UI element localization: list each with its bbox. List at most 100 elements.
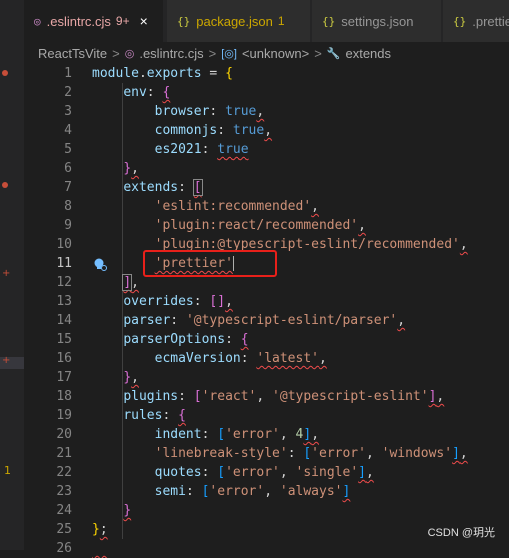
code-line: env: { — [92, 83, 468, 102]
token: , — [131, 370, 139, 385]
tab-label: .prettie — [472, 13, 509, 29]
token: [ — [193, 389, 202, 404]
token: , — [436, 389, 445, 404]
line-number: 8 — [64, 199, 72, 214]
code-line: } — [92, 501, 468, 520]
token: } — [123, 161, 132, 176]
line-number: 1 — [64, 66, 72, 81]
line-number: 24 — [56, 503, 72, 518]
problem-count-badge: 1 — [4, 464, 11, 477]
token: , — [365, 465, 374, 480]
token: , — [256, 104, 265, 119]
line-number: 7 — [64, 180, 72, 195]
code-line: semi: ['error', 'always'] — [92, 482, 468, 501]
token: [ — [217, 465, 226, 480]
code-line: indent: ['error', 4], — [92, 425, 468, 444]
token: 'error' — [225, 427, 280, 442]
breadcrumb-separator: > — [314, 45, 322, 61]
token: , — [131, 161, 139, 176]
token: ] — [342, 484, 351, 499]
code-line: }, — [92, 159, 468, 178]
token: true — [225, 104, 257, 119]
code-line: parserOptions: { — [92, 330, 468, 349]
token: extends — [123, 180, 179, 195]
line-number: 17 — [56, 370, 72, 385]
line-number: 6 — [64, 161, 72, 176]
token: = — [201, 66, 226, 81]
token: : — [178, 389, 194, 404]
line-number: 21 — [56, 446, 72, 461]
token: : — [146, 85, 163, 100]
tab-settings-json[interactable]: {} settings.json — [312, 0, 442, 42]
token: , — [264, 484, 280, 499]
token: : — [209, 104, 226, 119]
code-editor[interactable]: 1 2 3 4 5 6 7 8 9 10 11 12 13 14 15 16 1… — [24, 64, 509, 556]
token: , — [264, 123, 273, 138]
breadcrumb-file[interactable]: .eslintrc.cjs — [139, 46, 203, 61]
code-line: }, — [92, 368, 468, 387]
code-line: module.exports = { — [92, 64, 468, 83]
line-number: 14 — [56, 313, 72, 328]
line-number: 3 — [64, 104, 72, 119]
token: env — [123, 85, 147, 100]
line-number: 23 — [56, 484, 72, 499]
token: ] — [452, 446, 460, 461]
token: , — [459, 446, 468, 461]
tab-problem-badge: 1 — [277, 14, 285, 28]
line-number: 20 — [56, 427, 72, 442]
token: ] — [303, 427, 312, 442]
token: indent — [154, 427, 202, 442]
line-number: 19 — [56, 408, 72, 423]
line-number: 13 — [56, 294, 72, 309]
breadcrumb-separator: > — [208, 45, 217, 61]
token: plugins — [123, 389, 179, 404]
token: 'always' — [279, 484, 343, 499]
token: : — [225, 332, 241, 347]
token: : — [193, 294, 210, 309]
close-icon[interactable]: × — [140, 13, 148, 29]
token: : — [162, 408, 179, 423]
token: parserOptions — [123, 332, 226, 347]
token: ecmaVersion — [154, 351, 241, 366]
token: ] — [122, 274, 133, 291]
json-braces-icon: {} — [177, 14, 191, 28]
token: commonjs — [154, 123, 218, 138]
line-number: 18 — [56, 389, 72, 404]
token: { — [178, 408, 186, 423]
tab-package-json[interactable]: {} package.json 1 — [167, 0, 311, 42]
highlight-annotation-box — [143, 250, 277, 277]
token: : — [217, 123, 233, 138]
token: , — [131, 275, 139, 290]
add-icon[interactable]: + — [2, 355, 10, 366]
line-number: 5 — [64, 142, 72, 157]
token: 'plugin:react/recommended' — [154, 218, 359, 233]
error-dot-icon — [2, 70, 8, 76]
token: 'react' — [201, 389, 257, 404]
eslint-dot-icon: ◎ — [34, 14, 41, 28]
add-icon[interactable]: + — [2, 268, 10, 279]
watermark: CSDN @玥光 — [427, 527, 495, 539]
tab-label: package.json — [196, 13, 273, 29]
breadcrumb-symbol[interactable]: <unknown> — [242, 46, 309, 61]
token: , — [279, 427, 296, 442]
activity-strip: + + 1 — [0, 0, 24, 550]
tab-eslintrc[interactable]: ◎ .eslintrc.cjs 9+ × — [24, 0, 164, 42]
token: } — [123, 503, 132, 518]
token: { — [162, 85, 171, 100]
breadcrumb-property[interactable]: extends — [345, 46, 391, 61]
json-braces-icon: {} — [322, 14, 336, 28]
token: , — [319, 351, 327, 366]
breadcrumb-folder[interactable]: ReactTsVite — [38, 46, 107, 61]
code-line: es2021: true — [92, 140, 468, 159]
token: 'single' — [295, 465, 359, 480]
code-line: }; — [92, 520, 468, 539]
token: rules — [123, 408, 163, 423]
tab-prettierrc[interactable]: {} .prettie — [443, 0, 509, 42]
code-line: overrides: [], — [92, 292, 468, 311]
line-number: 2 — [64, 85, 72, 100]
code-line: 'linebreak-style': ['error', 'windows'], — [92, 444, 468, 463]
token: : — [170, 313, 186, 328]
token: true — [217, 142, 249, 157]
line-number: 22 — [56, 465, 72, 480]
breadcrumb-separator: > — [112, 45, 120, 61]
